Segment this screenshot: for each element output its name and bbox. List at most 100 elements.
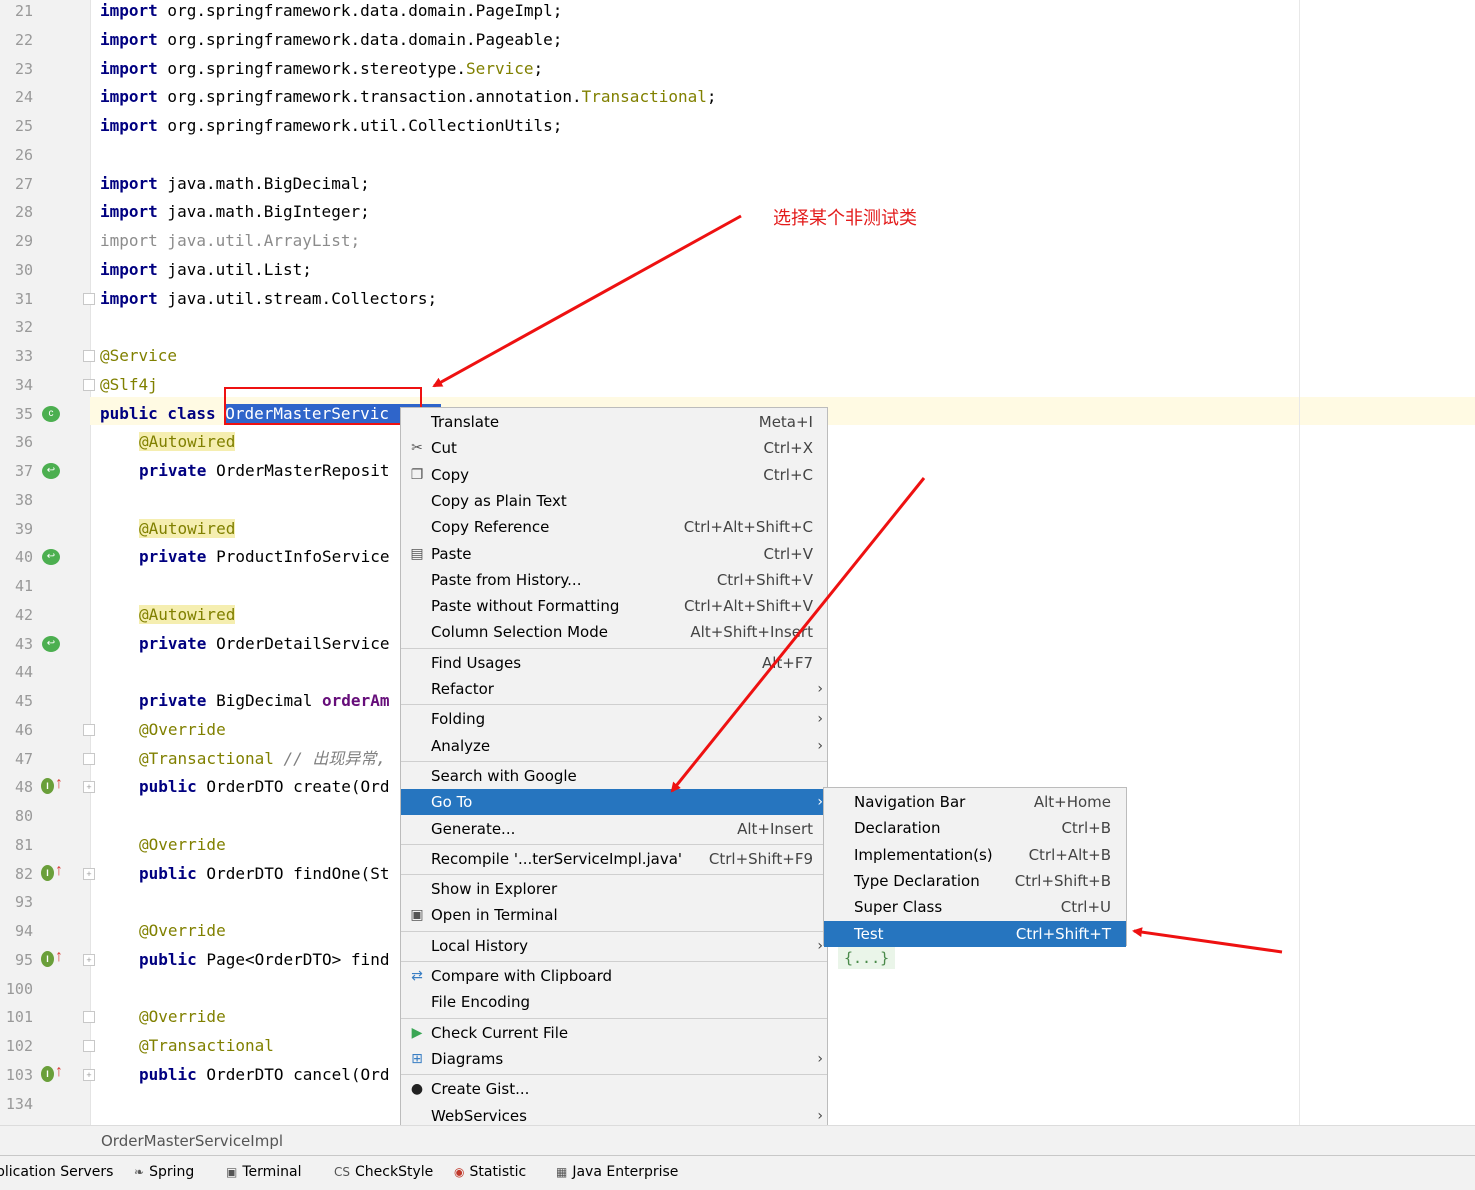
- folded-code-placeholder[interactable]: {...}: [838, 947, 896, 969]
- fold-marker-icon[interactable]: +: [83, 1068, 95, 1081]
- code-text: @Slf4j: [100, 374, 158, 394]
- selection-highlight-box: [224, 387, 422, 425]
- menu-item-copy[interactable]: ❐ Copy Ctrl+C: [401, 462, 827, 488]
- submenu-item-implementation-s[interactable]: Implementation(s) Ctrl+Alt+B: [824, 842, 1126, 868]
- line-number: 102: [5, 1037, 33, 1055]
- fold-marker-icon[interactable]: [83, 350, 95, 362]
- menu-item-label: Copy: [431, 465, 470, 484]
- submenu-item-super-class[interactable]: Super Class Ctrl+U: [824, 894, 1126, 920]
- fold-marker-icon[interactable]: [83, 292, 95, 305]
- override-up-arrow-icon[interactable]: ↑: [55, 775, 63, 793]
- menu-item-label: Paste without Formatting: [431, 597, 620, 616]
- menu-item-label: Copy Reference: [431, 518, 550, 537]
- tool-window-label: CheckStyle: [355, 1164, 434, 1180]
- menu-item-paste[interactable]: ▤ Paste Ctrl+V: [401, 541, 827, 567]
- menu-item-generate[interactable]: Generate... Alt+Insert: [401, 816, 827, 842]
- code-line[interactable]: 30 import java.util.List;: [0, 256, 1475, 284]
- tool-window-checkstyle[interactable]: CS CheckStyle: [334, 1164, 433, 1180]
- menu-item-copy-reference[interactable]: Copy Reference Ctrl+Alt+Shift+C: [401, 514, 827, 540]
- bean-navigation-icon[interactable]: ↩: [42, 549, 60, 566]
- line-number: 43: [14, 634, 33, 653]
- code-line[interactable]: 26: [0, 141, 1475, 169]
- fold-marker-icon[interactable]: +: [83, 781, 95, 794]
- fold-marker-icon[interactable]: +: [83, 867, 95, 880]
- menu-item-local-history[interactable]: Local History ›: [401, 933, 827, 959]
- fold-marker-icon[interactable]: [83, 378, 95, 391]
- editor-context-menu: Translate Meta+I ✂ Cut Ctrl+X ❐ Copy Ctrl+C Copy…: [400, 407, 828, 1155]
- menu-item-check-current-file[interactable]: ▶ Check Current File: [401, 1020, 827, 1046]
- line-number: 40: [14, 548, 33, 567]
- menu-item-find-usages[interactable]: Find Usages Alt+F7: [401, 650, 827, 676]
- submenu-item-type-declaration[interactable]: Type Declaration Ctrl+Shift+B: [824, 868, 1126, 894]
- line-number: 35: [14, 404, 33, 423]
- file-tab-label[interactable]: OrderMasterServiceImpl: [101, 1132, 283, 1150]
- code-line[interactable]: 29 import java.util.ArrayList;: [0, 227, 1475, 255]
- tool-window-plication-servers[interactable]: plication Servers: [0, 1164, 113, 1180]
- line-number: 28: [14, 203, 33, 222]
- code-line[interactable]: 33 @Service: [0, 342, 1475, 370]
- code-line[interactable]: 32: [0, 313, 1475, 341]
- fold-marker-icon[interactable]: +: [83, 953, 95, 966]
- code-line[interactable]: 34 @Slf4j: [0, 371, 1475, 399]
- menu-item-show-in-explorer[interactable]: Show in Explorer: [401, 876, 827, 902]
- menu-item-recompile-terserviceimpl-java[interactable]: Recompile '...terServiceImpl.java' Ctrl+S…: [401, 846, 827, 872]
- menu-item-analyze[interactable]: Analyze ›: [401, 733, 827, 759]
- menu-item-shortcut: Ctrl+Alt+Shift+C: [683, 518, 813, 537]
- menu-item-refactor[interactable]: Refactor ›: [401, 676, 827, 702]
- menu-item-label: Paste: [431, 544, 472, 563]
- menu-item-open-in-terminal[interactable]: ▣ Open in Terminal: [401, 902, 827, 928]
- submenu-item-test[interactable]: Test Ctrl+Shift+T: [824, 920, 1126, 947]
- override-up-arrow-icon[interactable]: ↑: [55, 948, 63, 966]
- menu-item-copy-as-plain-text[interactable]: Copy as Plain Text: [401, 488, 827, 514]
- line-number: 94: [14, 922, 33, 940]
- line-number: 33: [14, 347, 33, 365]
- menu-item-translate[interactable]: Translate Meta+I: [401, 409, 827, 435]
- menu-item-search-with-google[interactable]: Search with Google: [401, 763, 827, 789]
- menu-item-file-encoding[interactable]: File Encoding: [401, 989, 827, 1015]
- run-icon: ▶: [411, 1024, 423, 1041]
- menu-item-paste-without-formatting[interactable]: Paste without Formatting Ctrl+Alt+Shift+V: [401, 593, 827, 619]
- bean-navigation-icon[interactable]: ↩: [42, 635, 60, 652]
- fold-marker-icon[interactable]: [83, 752, 95, 765]
- line-number: 42: [14, 605, 33, 624]
- tool-window-java-enterprise[interactable]: ▦ Java Enterprise: [556, 1164, 678, 1180]
- fold-marker-icon[interactable]: [83, 723, 95, 736]
- code-line[interactable]: 24 import org.springframework.transaction…: [0, 83, 1475, 111]
- implements-icon[interactable]: I: [41, 1065, 54, 1082]
- implements-icon[interactable]: I: [41, 778, 54, 795]
- submenu-item-navigation-bar[interactable]: Navigation Bar Alt+Home: [824, 789, 1126, 815]
- bean-navigation-icon[interactable]: ↩: [42, 463, 60, 479]
- menu-item-column-selection-mode[interactable]: Column Selection Mode Alt+Shift+Insert: [401, 619, 827, 645]
- submenu-item-declaration[interactable]: Declaration Ctrl+B: [824, 815, 1126, 841]
- menu-separator: [401, 1017, 827, 1019]
- menu-item-shortcut: Alt+Insert: [737, 819, 813, 838]
- class-gutter-icon[interactable]: c: [42, 405, 60, 422]
- code-line[interactable]: 23 import org.springframework.stereotype.…: [0, 55, 1475, 83]
- implements-icon[interactable]: I: [41, 950, 54, 967]
- code-line[interactable]: 28 import java.math.BigInteger;: [0, 198, 1475, 226]
- code-line[interactable]: 21 import org.springframework.data.domain…: [0, 0, 1475, 25]
- override-up-arrow-icon[interactable]: ↑: [55, 1063, 63, 1081]
- menu-item-create-gist[interactable]: ● Create Gist...: [401, 1076, 827, 1102]
- code-line[interactable]: 31 import java.util.stream.Collectors;: [0, 285, 1475, 313]
- implements-icon[interactable]: I: [41, 864, 54, 881]
- menu-item-diagrams[interactable]: ⊞ Diagrams ›: [401, 1046, 827, 1072]
- menu-item-label: Go To: [431, 793, 473, 812]
- menu-item-compare-with-clipboard[interactable]: ⇄ Compare with Clipboard: [401, 963, 827, 989]
- code-line[interactable]: 25 import org.springframework.util.Collec…: [0, 112, 1475, 140]
- statistic-icon: ◉: [454, 1165, 465, 1179]
- code-line[interactable]: 27 import java.math.BigDecimal;: [0, 170, 1475, 198]
- tool-window-terminal[interactable]: ▣ Terminal: [226, 1164, 302, 1180]
- menu-item-paste-from-history[interactable]: Paste from History... Ctrl+Shift+V: [401, 567, 827, 593]
- chevron-right-icon: ›: [817, 1050, 823, 1067]
- tool-window-statistic[interactable]: ◉ Statistic: [454, 1164, 526, 1180]
- line-number: 41: [14, 577, 33, 595]
- code-line[interactable]: 22 import org.springframework.data.domain…: [0, 26, 1475, 54]
- override-up-arrow-icon[interactable]: ↑: [55, 862, 63, 880]
- tool-window-spring[interactable]: ❧ Spring: [134, 1164, 194, 1180]
- menu-item-folding[interactable]: Folding ›: [401, 706, 827, 732]
- menu-item-cut[interactable]: ✂ Cut Ctrl+X: [401, 435, 827, 461]
- fold-marker-icon[interactable]: [83, 1011, 95, 1024]
- fold-marker-icon[interactable]: [83, 1040, 95, 1052]
- menu-item-go-to[interactable]: Go To ›: [401, 789, 827, 816]
